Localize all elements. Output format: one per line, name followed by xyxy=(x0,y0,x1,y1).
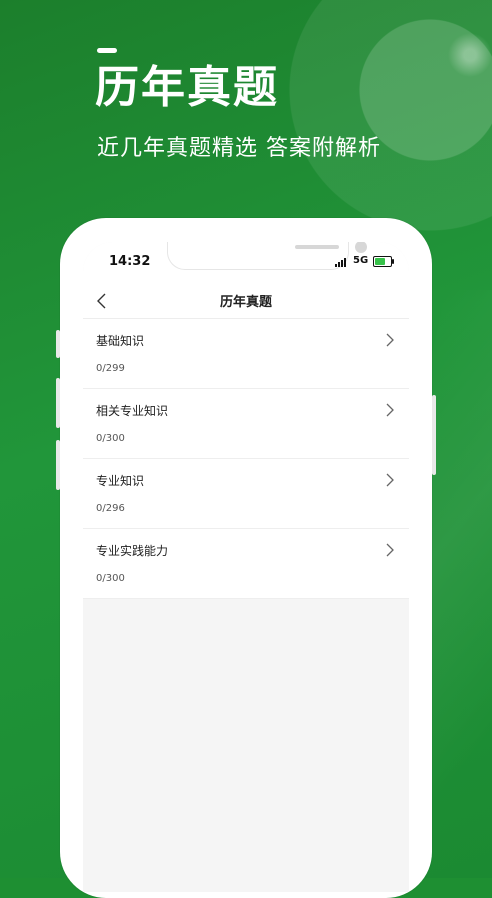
subject-name: 专业知识 xyxy=(96,474,145,488)
status-time: 14:32 xyxy=(109,254,151,269)
phone-screen: 14:32 5G 历年真题 基础知识 0/299 相关专业知识 0/300 专业… xyxy=(83,242,409,892)
phone-side-button xyxy=(56,330,60,358)
phone-side-button xyxy=(432,395,436,475)
subject-name: 基础知识 xyxy=(96,334,145,348)
list-item[interactable]: 专业知识 0/296 xyxy=(83,459,409,529)
promo-subtitle: 近几年真题精选 答案附解析 xyxy=(97,136,381,161)
subject-name: 专业实践能力 xyxy=(96,544,169,558)
chevron-right-icon xyxy=(386,333,394,347)
network-label: 5G xyxy=(353,255,369,266)
subject-progress: 0/296 xyxy=(96,503,125,514)
signal-icon xyxy=(335,258,349,267)
subject-name: 相关专业知识 xyxy=(96,404,169,418)
nav-bar: 历年真题 xyxy=(83,284,409,319)
promo-title: 历年真题 xyxy=(95,62,279,113)
notch xyxy=(167,242,367,270)
speaker xyxy=(295,245,339,249)
chevron-right-icon xyxy=(386,543,394,557)
list-item[interactable]: 专业实践能力 0/300 xyxy=(83,529,409,599)
list-item[interactable]: 相关专业知识 0/300 xyxy=(83,389,409,459)
phone-side-button xyxy=(56,440,60,490)
list-item[interactable]: 基础知识 0/299 xyxy=(83,319,409,389)
chevron-right-icon xyxy=(386,403,394,417)
camera xyxy=(355,242,367,253)
page-title: 历年真题 xyxy=(219,295,272,310)
chevron-right-icon xyxy=(386,473,394,487)
subject-progress: 0/300 xyxy=(96,433,125,444)
subject-list: 基础知识 0/299 相关专业知识 0/300 专业知识 0/296 专业实践能… xyxy=(83,319,409,599)
subject-progress: 0/300 xyxy=(96,573,125,584)
phone-side-button xyxy=(56,378,60,428)
status-bar: 14:32 5G xyxy=(83,242,409,284)
subject-progress: 0/299 xyxy=(96,363,125,374)
battery-icon xyxy=(373,256,394,267)
accent-bar xyxy=(97,48,117,53)
